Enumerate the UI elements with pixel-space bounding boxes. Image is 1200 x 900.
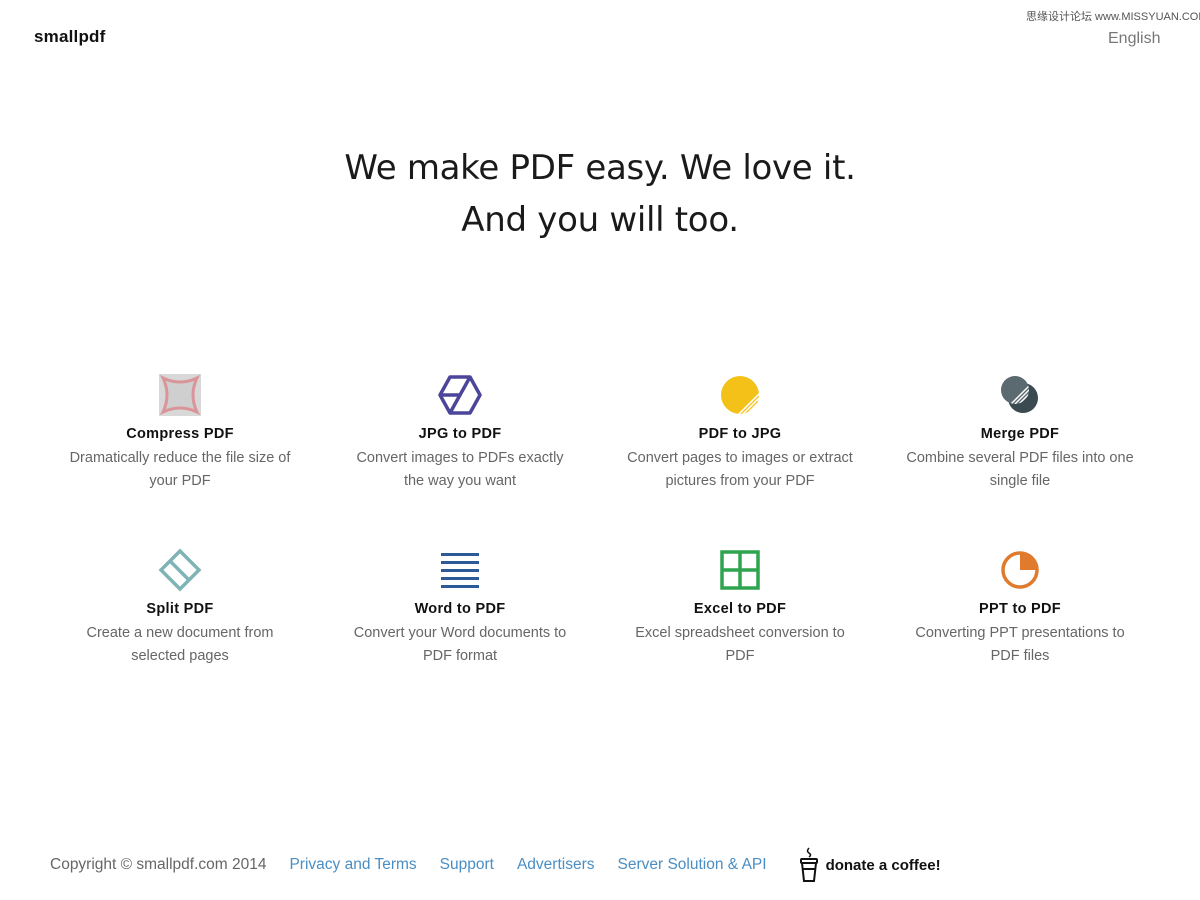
tool-excel-to-pdf[interactable]: Excel to PDF Excel spreadsheet conversio… [600,547,880,664]
tool-description: Dramatically reduce the file size of you… [69,450,291,489]
tool-description: Convert your Word documents to PDF forma… [353,625,567,664]
tool-split-pdf[interactable]: Split PDF Create a new document from sel… [40,547,320,664]
tool-ppt-to-pdf[interactable]: PPT to PDF Converting PPT presentations … [880,547,1160,664]
tool-word-to-pdf[interactable]: Word to PDF Convert your Word documents … [320,547,600,664]
tool-description: Convert pages to images or extract pictu… [627,450,853,489]
tool-description: Excel spreadsheet conversion to PDF [635,625,845,664]
hero-line-2: And you will too. [461,200,739,240]
hero-line-1: We make PDF easy. We love it. [344,148,856,188]
footer: Copyright © smallpdf.com 2014 Privacy an… [50,840,941,890]
watermark: 思缘设计论坛 www.MISSYUAN.COM [1026,11,1200,23]
tools-grid: Compress PDF Dramatically reduce the fil… [40,372,1160,664]
footer-link-privacy[interactable]: Privacy and Terms [289,856,416,874]
footer-link-support[interactable]: Support [440,856,494,874]
tool-description: Convert images to PDFs exactly the way y… [356,450,564,489]
tool-description: Combine several PDF files into one singl… [906,450,1134,489]
donate-coffee-button[interactable]: donate a coffee! [798,846,941,884]
tool-description: Converting PPT presentations to PDF file… [915,625,1125,664]
excel-grid-icon [720,550,760,590]
jpg-cube-icon [438,375,482,415]
footer-link-server-api[interactable]: Server Solution & API [618,856,767,874]
tool-jpg-to-pdf[interactable]: JPG to PDF Convert images to PDFs exactl… [320,372,600,489]
tool-title: Excel to PDF [693,601,787,617]
footer-link-advertisers[interactable]: Advertisers [517,856,595,874]
tool-title: Compress PDF [126,426,234,442]
word-lines-icon [441,553,479,588]
split-diamond-icon [158,548,202,592]
language-selector[interactable]: English [1108,30,1160,48]
tool-compress-pdf[interactable]: Compress PDF Dramatically reduce the fil… [40,372,320,489]
pie-chart-icon [1001,551,1039,589]
tool-description: Create a new document from selected page… [86,625,274,664]
donate-label: donate a coffee! [825,856,941,874]
tool-title: PDF to JPG [698,426,782,442]
tool-merge-pdf[interactable]: Merge PDF Combine several PDF files into… [880,372,1160,489]
tool-title: JPG to PDF [418,426,502,442]
merge-circles-icon [1001,376,1038,413]
tool-title: Merge PDF [980,426,1060,442]
copyright: Copyright © smallpdf.com 2014 [50,856,267,873]
tool-title: PPT to PDF [979,601,1061,617]
logo[interactable]: smallpdf [34,27,106,47]
compress-icon [159,374,201,416]
tool-title: Word to PDF [414,601,506,617]
tool-pdf-to-jpg[interactable]: PDF to JPG Convert pages to images or ex… [600,372,880,489]
tool-title: Split PDF [146,601,214,617]
coffee-cup-icon [799,847,818,882]
sun-icon [721,376,759,414]
hero: We make PDF easy. We love it. And you wi… [0,142,1200,246]
